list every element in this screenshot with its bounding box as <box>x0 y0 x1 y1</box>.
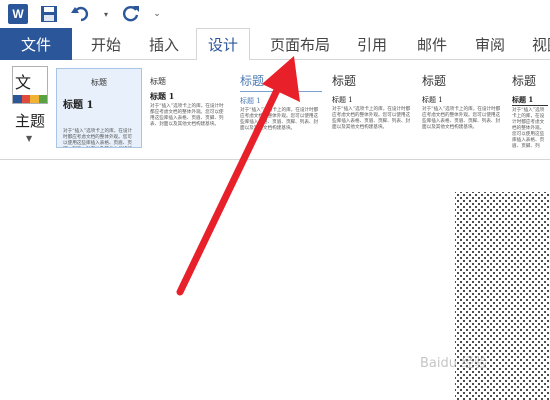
design-ribbon: 文 主题 ▼ 标题 标题 1 对于“插入”选项卡上的库，在设计时都应考虑文档的整… <box>0 60 550 160</box>
style-set-shaded[interactable]: 标题 标题 1 对于“插入”选项卡上的库，在设计时都应考虑文档的整体外观。您可以… <box>420 68 506 148</box>
tab-mailings[interactable]: 邮件 <box>406 28 458 60</box>
style-set-blue-accent[interactable]: 标题 标题 1 对于“插入”选项卡上的库，在设计时都应考虑文档的整体外观。您可以… <box>238 68 324 148</box>
undo-icon[interactable] <box>70 3 92 25</box>
redo-icon[interactable] <box>120 3 142 25</box>
tab-page-layout[interactable]: 页面布局 <box>258 28 342 60</box>
style-set-basic-elegant[interactable]: 标题 标题 1 对于“插入”选项卡上的库，在设计时都应考虑文档的整体外观。您可以… <box>146 68 232 148</box>
themes-icon: 文 <box>12 66 48 104</box>
style-set-numbered[interactable]: 标题 标题 1 对于“插入”选项卡上的库，在设计时都应考虑文档的整体外观。您可以… <box>510 68 550 148</box>
themes-label: 主题 <box>14 112 45 130</box>
themes-button[interactable]: 文 主题 ▼ <box>8 64 52 154</box>
style-set-default[interactable]: 标题 标题 1 对于“插入”选项卡上的库，在设计时都应考虑文档的整体外观。您可以… <box>56 68 142 148</box>
watermark: Baidu 经验 <box>420 356 488 371</box>
tab-insert[interactable]: 插入 <box>138 28 190 60</box>
tab-home[interactable]: 开始 <box>78 28 134 60</box>
customize-toolbar-icon[interactable]: ⌄ <box>152 3 162 25</box>
ribbon-tab-bar: 文件 开始 插入 设计 页面布局 引用 邮件 审阅 视图 <box>0 28 550 61</box>
word-window: W ▾ ⌄ 文件 开始 插入 设计 页面布局 引用 邮件 审阅 视图 文 主题 <box>0 0 550 400</box>
quick-access-toolbar: W ▾ ⌄ <box>0 0 550 28</box>
tab-references[interactable]: 引用 <box>346 28 398 60</box>
word-logo-icon[interactable]: W <box>8 4 28 24</box>
chevron-down-icon: ▼ <box>26 134 33 143</box>
tab-design[interactable]: 设计 <box>196 28 250 61</box>
tab-view[interactable]: 视图 <box>524 28 550 60</box>
style-set-classic[interactable]: 标题 标题 1 对于“插入”选项卡上的库，在设计时都应考虑文档的整体外观。您可以… <box>330 68 416 148</box>
tab-file[interactable]: 文件 <box>0 28 72 60</box>
undo-dropdown-icon[interactable]: ▾ <box>102 3 110 25</box>
save-icon[interactable] <box>38 3 60 25</box>
tab-review[interactable]: 审阅 <box>464 28 516 60</box>
